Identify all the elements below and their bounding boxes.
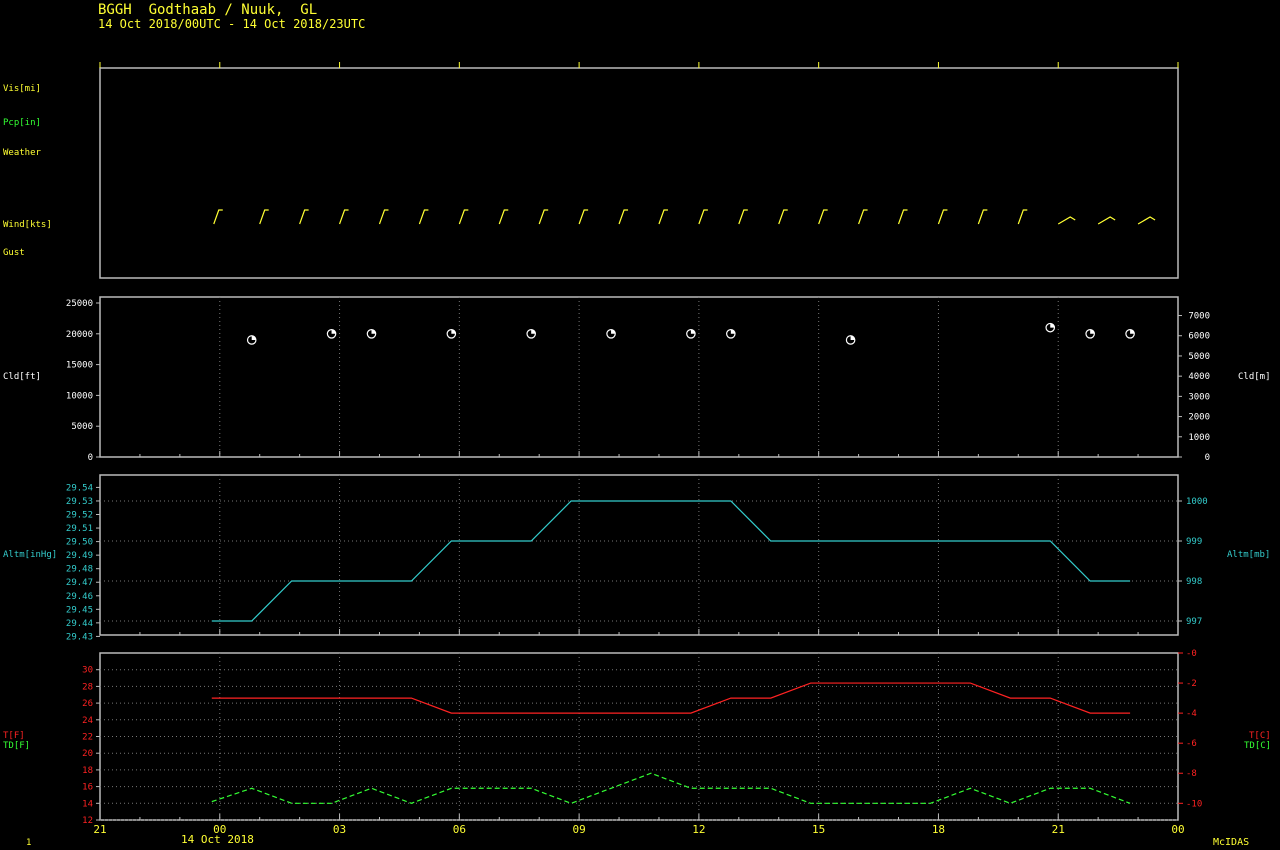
altm-inhg-tick-label: 29.53 <box>66 497 93 507</box>
cloud-ft-tick-label: 20000 <box>66 330 93 340</box>
wind-barb <box>618 209 629 225</box>
altm-inhg-tick-label: 29.44 <box>66 619 93 629</box>
wind-barb <box>1137 216 1156 225</box>
cloud-m-tick-label: 6000 <box>1188 332 1210 342</box>
temp-f-tick-label: 22 <box>82 733 93 743</box>
wind-barb <box>818 209 828 225</box>
altm-inhg-tick-label: 29.48 <box>66 565 93 575</box>
wind-barb <box>458 209 469 225</box>
temp-f-tick-label: 12 <box>82 816 93 826</box>
cloud-m-tick-label: 1000 <box>1188 433 1210 443</box>
meteogram: 0500010000150002000025000010002000300040… <box>66 62 1210 836</box>
cloud-ft-tick-label: 10000 <box>66 391 93 401</box>
cloud-cover-fill <box>1090 329 1095 334</box>
wind-barb <box>498 209 509 225</box>
altm-inhg-tick-label: 29.49 <box>66 551 93 561</box>
wind-barb <box>538 209 549 225</box>
hour-tick-label: 00 <box>1171 823 1184 836</box>
temp-f-tick-label: 30 <box>82 666 93 676</box>
wind-barb <box>698 209 708 225</box>
cloud-m-tick-label: 0 <box>1205 453 1210 463</box>
altm-inhg-tick-label: 29.50 <box>66 538 93 548</box>
cloud-cover-fill <box>850 335 855 340</box>
altm-inhg-tick-label: 29.51 <box>66 524 93 534</box>
wind-barb <box>1057 216 1076 225</box>
altm-inhg-tick-label: 29.46 <box>66 592 93 602</box>
wind-barb <box>897 209 908 225</box>
wind-barb <box>858 209 868 225</box>
hour-tick-label: 09 <box>572 823 585 836</box>
wind-barb <box>578 209 589 225</box>
temp-f-tick-label: 28 <box>82 682 93 692</box>
temp-f-tick-label: 18 <box>82 766 93 776</box>
temperature-line <box>211 682 1131 714</box>
temp-f-tick-label: 16 <box>82 783 93 793</box>
wind-barb <box>778 209 788 225</box>
hour-tick-label: 15 <box>812 823 825 836</box>
cloud-cover-fill <box>1130 329 1135 334</box>
temp-f-tick-label: 20 <box>82 749 93 759</box>
temp-f-tick-label: 24 <box>82 716 93 726</box>
hour-tick-label: 00 <box>213 823 226 836</box>
wind-barb <box>1097 216 1116 225</box>
wind-barb <box>378 209 389 225</box>
cloud-cover-fill <box>730 329 736 334</box>
cloud-m-tick-label: 3000 <box>1188 392 1210 402</box>
temp-c-tick-label: -4 <box>1186 709 1197 719</box>
wind-barb <box>738 209 748 225</box>
dewpoint-line <box>211 772 1131 804</box>
temp-f-tick-label: 14 <box>82 799 93 809</box>
wind-barb <box>977 209 988 225</box>
cloud-m-tick-label: 7000 <box>1188 312 1210 322</box>
temp-c-tick-label: -8 <box>1186 769 1197 779</box>
altm-mb-tick-label: 998 <box>1186 577 1202 587</box>
altm-inhg-tick-label: 29.54 <box>66 483 93 493</box>
temp-f-tick-label: 26 <box>82 699 93 709</box>
hour-tick-label: 12 <box>692 823 705 836</box>
hour-tick-label: 06 <box>453 823 466 836</box>
wind-barb <box>213 209 223 225</box>
cloud-cover-fill <box>371 329 376 334</box>
altm-inhg-tick-label: 29.43 <box>66 632 93 642</box>
cloud-m-tick-label: 4000 <box>1188 372 1210 382</box>
cloud-cover-fill <box>531 329 536 334</box>
wind-barb <box>1017 209 1028 225</box>
wind-barb <box>338 209 349 225</box>
cloud-ft-tick-label: 5000 <box>71 422 93 432</box>
wind-barb <box>299 209 309 225</box>
temp-c-tick-label: -0 <box>1186 649 1197 659</box>
hour-tick-label: 18 <box>932 823 945 836</box>
cloud-cover-fill <box>1050 323 1055 328</box>
cloud-cover-fill <box>690 329 696 334</box>
hour-tick-label: 21 <box>1052 823 1065 836</box>
wind-barb <box>418 209 429 225</box>
temp-c-tick-label: -2 <box>1186 679 1197 689</box>
temp-c-tick-label: -6 <box>1186 739 1197 749</box>
cloud-m-tick-label: 2000 <box>1188 413 1210 423</box>
altm-inhg-tick-label: 29.47 <box>66 578 93 588</box>
cloud-panel-frame <box>99 296 1179 458</box>
altm-mb-tick-label: 999 <box>1186 537 1202 547</box>
wind-barb <box>259 209 269 225</box>
altm-mb-tick-label: 1000 <box>1186 497 1208 507</box>
hour-tick-label: 03 <box>333 823 346 836</box>
cloud-cover-fill <box>451 329 456 334</box>
altm-inhg-tick-label: 29.52 <box>66 511 93 521</box>
temp-c-tick-label: -10 <box>1186 799 1202 809</box>
cloud-ft-tick-label: 15000 <box>66 361 93 371</box>
cloud-ft-tick-label: 0 <box>88 453 93 463</box>
cloud-cover-fill <box>251 335 256 340</box>
altm-inhg-tick-label: 29.45 <box>66 605 93 615</box>
cloud-m-tick-label: 5000 <box>1188 352 1210 362</box>
cloud-cover-fill <box>331 329 336 334</box>
altimeter-line <box>211 500 1131 622</box>
altm-mb-tick-label: 997 <box>1186 617 1202 627</box>
wind-barb <box>658 209 668 225</box>
wind-panel-frame <box>99 67 1179 279</box>
hour-tick-label: 21 <box>93 823 106 836</box>
cloud-cover-fill <box>611 329 616 334</box>
cloud-ft-tick-label: 25000 <box>66 299 93 309</box>
wind-barb <box>937 209 948 225</box>
